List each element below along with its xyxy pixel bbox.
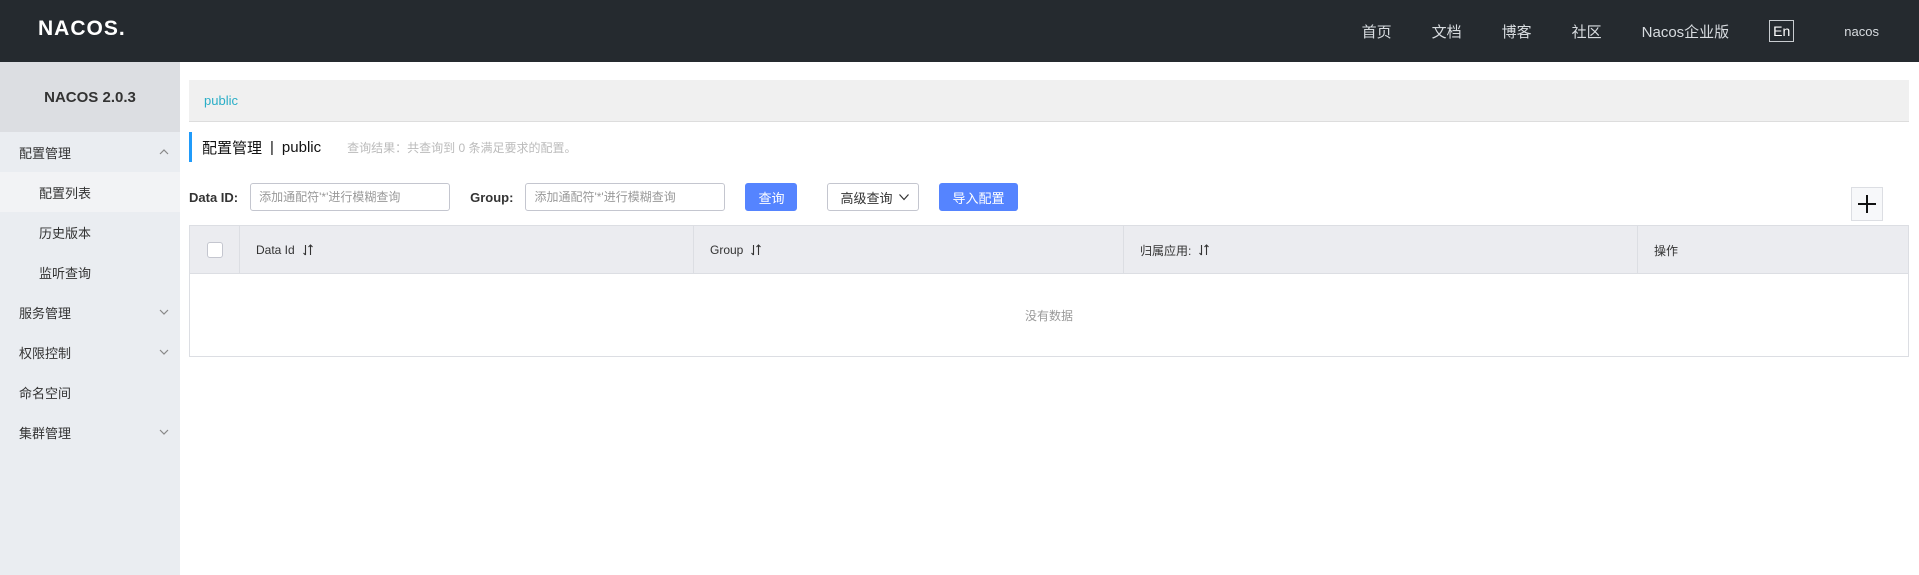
sidebar-item-label: 监听查询	[39, 265, 92, 281]
title-separator: |	[270, 138, 274, 156]
page-title-text: 配置管理	[202, 139, 263, 157]
sidebar-item-label: 命名空间	[19, 385, 72, 401]
page-title: 配置管理 | public 查询结果：共查询到 0 条满足要求的配置。	[189, 132, 576, 162]
chevron-down-icon	[899, 194, 910, 201]
user-name[interactable]: nacos	[1844, 24, 1879, 39]
search-button[interactable]: 查询	[745, 183, 798, 211]
empty-state-text: 没有数据	[1024, 308, 1073, 323]
group-label: Group:	[470, 189, 514, 205]
nav-docs-link[interactable]: 文档	[1432, 21, 1462, 42]
table-header: Data Id Group 归属应用: 操作	[190, 226, 1908, 274]
table-body-empty: 没有数据	[190, 274, 1908, 356]
top-nav-links: 首页 文档 博客 社区 Nacos企业版 En nacos	[1362, 0, 1919, 62]
column-header-group[interactable]: Group	[694, 226, 1124, 274]
column-label: 操作	[1654, 243, 1679, 258]
sidebar-item-listener-query[interactable]: 监听查询	[0, 252, 180, 292]
top-navbar: NACOS. 首页 文档 博客 社区 Nacos企业版 En nacos	[0, 0, 1919, 62]
chevron-down-icon	[159, 309, 169, 315]
sidebar-item-config-list[interactable]: 配置列表	[0, 172, 180, 212]
nav-blog-link[interactable]: 博客	[1502, 21, 1532, 42]
data-id-input[interactable]	[250, 183, 451, 211]
chevron-down-icon	[159, 349, 169, 355]
sidebar-item-label: 服务管理	[19, 305, 72, 321]
advanced-query-label: 高级查询	[840, 190, 893, 206]
nacos-logo[interactable]: NACOS.	[38, 16, 126, 42]
main-content: public 配置管理 | public 查询结果：共查询到 0 条满足要求的配…	[189, 80, 1909, 357]
select-all-checkbox[interactable]	[206, 242, 223, 258]
column-label: Data Id	[256, 243, 295, 257]
logo-text: NACOS.	[38, 17, 126, 40]
sidebar-item-history[interactable]: 历史版本	[0, 212, 180, 252]
sidebar-item-cluster-management[interactable]: 集群管理	[0, 412, 180, 452]
sidebar-item-service-management[interactable]: 服务管理	[0, 292, 180, 332]
sidebar-item-label: 权限控制	[19, 345, 72, 361]
advanced-query-button[interactable]: 高级查询	[827, 183, 920, 211]
sidebar-item-config-management[interactable]: 配置管理	[0, 132, 180, 172]
add-config-button[interactable]	[1851, 187, 1883, 221]
sidebar-item-label: 配置列表	[39, 185, 92, 201]
sidebar-item-namespace[interactable]: 命名空间	[0, 372, 180, 412]
chevron-up-icon	[159, 149, 169, 155]
namespace-bar: public	[189, 80, 1909, 122]
page-title-namespace: public	[281, 138, 322, 156]
nav-enterprise-link[interactable]: Nacos企业版	[1642, 21, 1730, 42]
column-label: 归属应用:	[1140, 243, 1192, 258]
plus-icon	[1858, 195, 1876, 213]
chevron-down-icon	[159, 429, 169, 435]
sort-icon[interactable]	[750, 244, 762, 256]
column-header-data-id[interactable]: Data Id	[240, 226, 694, 274]
filter-bar: Data ID: Group: 查询 高级查询 导入配置	[189, 182, 1909, 212]
namespace-link-public[interactable]: public	[204, 93, 238, 108]
sidebar-item-label: 集群管理	[19, 425, 72, 441]
config-table: Data Id Group 归属应用: 操作 没有数据	[189, 225, 1909, 357]
nav-home-link[interactable]: 首页	[1362, 21, 1392, 42]
sidebar-item-label: 配置管理	[19, 145, 72, 161]
group-input[interactable]	[525, 183, 726, 211]
column-label: Group	[710, 243, 744, 257]
sort-icon[interactable]	[1198, 244, 1210, 256]
sidebar: NACOS 2.0.3 配置管理 配置列表 历史版本 监听查询 服务管理 权限控…	[0, 62, 180, 575]
import-config-button[interactable]: 导入配置	[939, 183, 1018, 211]
column-header-app[interactable]: 归属应用:	[1124, 226, 1638, 274]
query-result-text: 查询结果：共查询到 0 条满足要求的配置。	[347, 140, 577, 155]
nav-community-link[interactable]: 社区	[1572, 21, 1602, 42]
select-all-cell	[190, 226, 240, 274]
version-label: NACOS 2.0.3	[0, 62, 180, 132]
sidebar-item-label: 历史版本	[39, 225, 92, 241]
sort-icon[interactable]	[302, 244, 314, 256]
language-toggle-button[interactable]: En	[1769, 20, 1795, 42]
data-id-label: Data ID:	[189, 189, 239, 205]
sidebar-item-access-control[interactable]: 权限控制	[0, 332, 180, 372]
column-header-actions: 操作	[1638, 226, 1908, 274]
